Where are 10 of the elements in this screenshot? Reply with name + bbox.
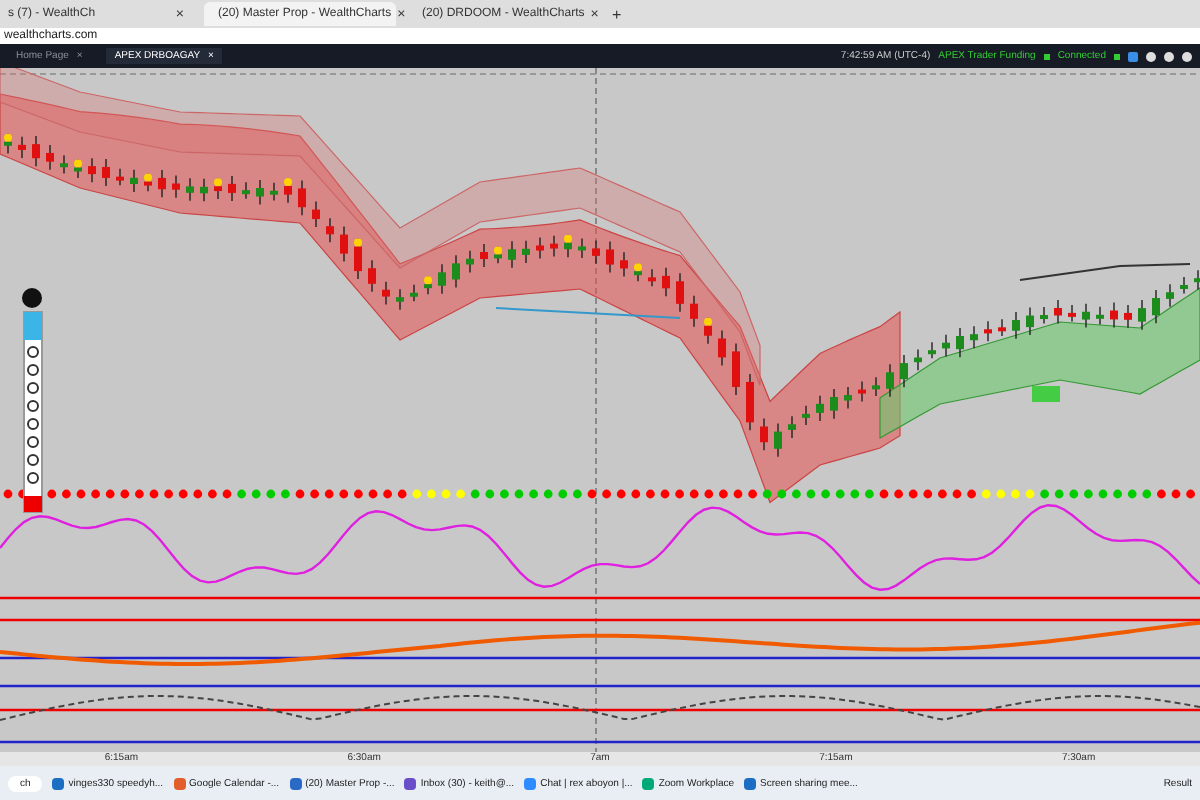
drawing-toolbar[interactable] <box>22 288 43 513</box>
buy-signal-marker <box>1032 386 1060 402</box>
app-icon <box>52 777 65 789</box>
app-icon <box>173 777 186 789</box>
app-icon <box>524 777 537 789</box>
app-icon <box>744 777 757 789</box>
app-icon <box>289 777 302 789</box>
app-icon <box>404 777 417 789</box>
new-tab-button[interactable]: + <box>612 5 622 23</box>
app-icon <box>642 777 655 789</box>
